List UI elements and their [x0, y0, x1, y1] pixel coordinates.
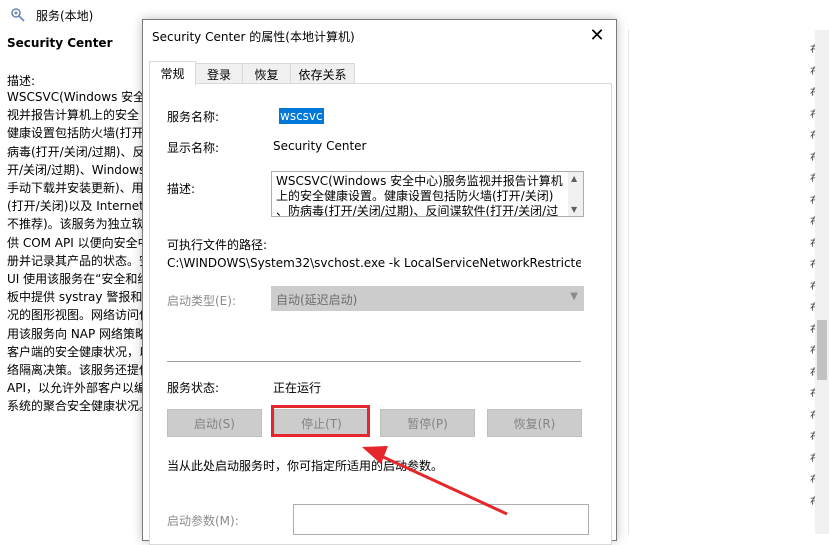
- resume-button[interactable]: 恢复(R): [487, 409, 582, 437]
- service-heading: Security Center: [7, 36, 113, 50]
- pause-button[interactable]: 暂停(P): [380, 409, 475, 437]
- start-params-hint: 当从此处启动服务时，你可指定所适用的启动参数。: [167, 459, 444, 473]
- close-icon: ✕: [589, 24, 605, 46]
- gear-search-icon: [11, 8, 25, 22]
- description-text: WSCSVC(Windows 安全中心)服务监视并报告计算机 上的安全健康设置。…: [276, 174, 563, 217]
- service-properties-dialog: Security Center 的属性(本地计算机) ✕ 常规 登录 恢复 依存…: [142, 19, 617, 545]
- services-window-title: 服务(本地): [36, 9, 94, 23]
- description-textbox[interactable]: WSCSVC(Windows 安全中心)服务监视并报告计算机 上的安全健康设置。…: [271, 171, 584, 217]
- startup-type-label: 启动类型(E):: [167, 294, 236, 308]
- tab-general[interactable]: 常规: [149, 61, 196, 85]
- tab-logon[interactable]: 登录: [195, 63, 243, 84]
- section-divider: [167, 361, 581, 362]
- description-label: 描述:: [7, 74, 36, 88]
- start-params-label: 启动参数(M):: [167, 514, 239, 528]
- start-button[interactable]: 启动(S): [167, 409, 262, 437]
- services-list-scrollbar[interactable]: [815, 30, 829, 534]
- startup-type-value: 自动(延迟启动): [276, 293, 358, 307]
- scroll-down-icon[interactable]: ▼: [571, 205, 577, 214]
- pane-divider: [628, 30, 629, 534]
- startup-type-select[interactable]: 自动(延迟启动) ▼: [271, 286, 584, 311]
- display-name-value: Security Center: [273, 139, 367, 153]
- scrollbar-thumb[interactable]: [817, 320, 827, 380]
- general-tab-panel: 服务名称: wscsvc 显示名称: Security Center 描述: W…: [149, 83, 612, 545]
- service-name-label: 服务名称:: [167, 110, 220, 124]
- service-status-value: 正在运行: [273, 381, 322, 395]
- display-name-label: 显示名称:: [167, 141, 220, 155]
- service-status-label: 服务状态:: [167, 381, 220, 395]
- tab-recovery[interactable]: 恢复: [242, 63, 291, 84]
- description-label: 描述:: [167, 182, 196, 196]
- service-name-value[interactable]: wscsvc: [279, 108, 324, 124]
- service-description-pane: Security Center 描述: WSCSVC(Windows 安全 视并…: [0, 30, 143, 534]
- start-params-input[interactable]: [293, 504, 589, 535]
- description-scrollbar[interactable]: ▲ ▼: [568, 172, 583, 216]
- dialog-title: Security Center 的属性(本地计算机): [152, 30, 355, 44]
- stop-button[interactable]: 停止(T): [274, 409, 369, 437]
- close-button[interactable]: ✕: [584, 23, 610, 47]
- tab-dependencies[interactable]: 依存关系: [290, 63, 355, 84]
- exe-path-value[interactable]: C:\WINDOWS\System32\svchost.exe -k Local…: [167, 256, 581, 270]
- chevron-down-icon: ▼: [570, 291, 578, 302]
- exe-path-label: 可执行文件的路径:: [167, 238, 268, 252]
- service-description-text: WSCSVC(Windows 安全 视并报告计算机上的安全 健康设置包括防火墙(…: [7, 90, 143, 414]
- scroll-up-icon[interactable]: ▲: [571, 174, 577, 183]
- services-list-area: [613, 30, 829, 534]
